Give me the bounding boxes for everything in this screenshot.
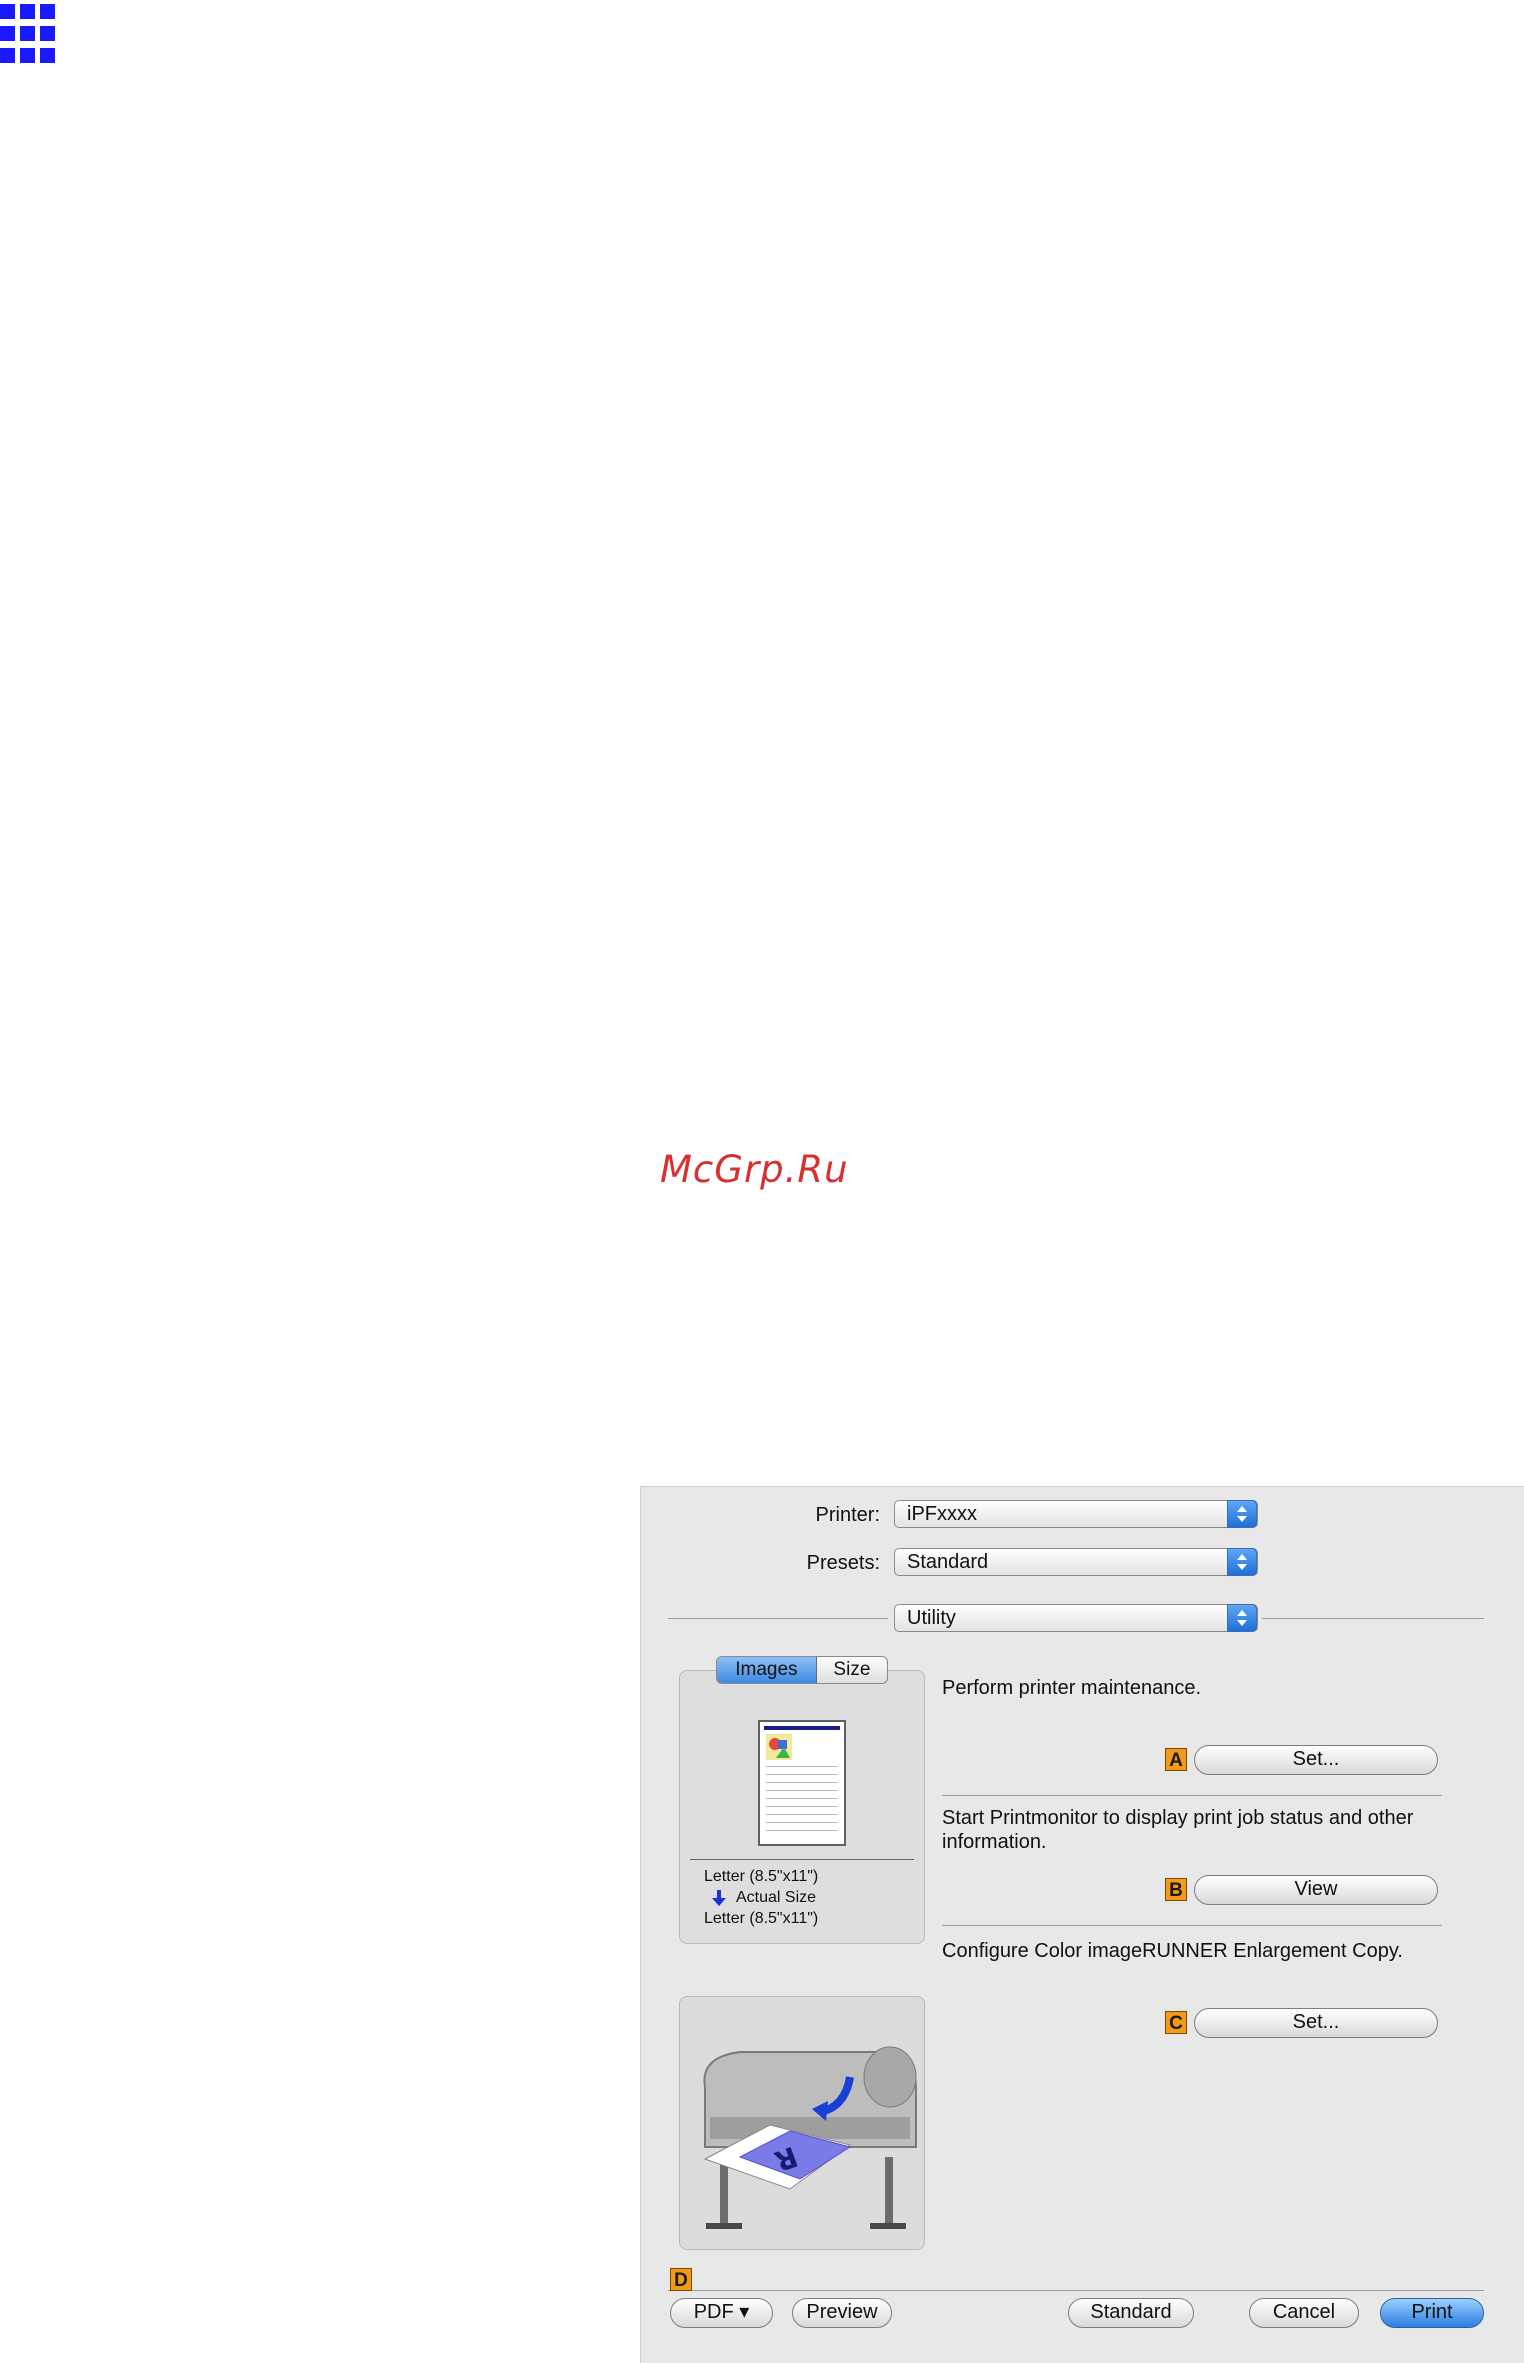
popup-arrows-icon [1227,1500,1257,1528]
action-a-description: Perform printer maintenance. [942,1677,1202,1699]
presets-value: Standard [907,1551,989,1573]
watermark-text: McGrp.Ru [660,1148,849,1191]
page-preview-thumbnail [758,1720,846,1846]
badge-b: B [1165,1878,1187,1901]
divider [1262,1618,1484,1619]
printer-value: iPFxxxx [907,1503,977,1525]
input-size-text: Letter (8.5"x11") [704,1868,819,1885]
badge-d: D [670,2268,692,2291]
grid-logo-icon [0,4,58,64]
presets-popup[interactable]: Standard [894,1548,1258,1576]
printer-popup[interactable]: iPFxxxx [894,1500,1258,1528]
presets-label: Presets: [806,1552,880,1574]
action-c-description: Configure Color imageRUNNER Enlargement … [942,1940,1403,1962]
tab-size[interactable]: Size [817,1657,887,1683]
pane-value: Utility [907,1607,956,1629]
divider [690,1859,914,1860]
preview-button[interactable]: Preview [792,2298,892,2328]
pdf-menu-button[interactable]: PDF ▾ [670,2298,773,2328]
arrow-down-icon [712,1890,726,1906]
maintenance-set-button[interactable]: Set... [1194,1745,1438,1775]
divider [942,1925,1442,1926]
badge-a: A [1165,1748,1187,1771]
printer-illustration-panel: R [679,1996,925,2250]
printer-label: Printer: [815,1504,880,1526]
cancel-button[interactable]: Cancel [1249,2298,1359,2328]
action-b-description: Start Printmonitor to display print job … [942,1807,1414,1853]
pane-popup[interactable]: Utility [894,1604,1258,1632]
output-size-text: Letter (8.5"x11") [704,1910,819,1927]
printer-illustration-image: R [703,2046,917,2229]
preview-tab-control: Images Size [716,1656,888,1684]
standard-button[interactable]: Standard [1068,2298,1194,2328]
print-button[interactable]: Print [1380,2298,1484,2328]
popup-arrows-icon [1227,1604,1257,1632]
image-thumbnail-icon [766,1734,792,1760]
popup-arrows-icon [1227,1548,1257,1576]
divider [668,2290,1484,2291]
tab-images[interactable]: Images [717,1657,817,1683]
divider [942,1795,1442,1796]
enlargement-copy-set-button[interactable]: Set... [1194,2008,1438,2038]
divider [668,1618,888,1619]
printmonitor-view-button[interactable]: View [1194,1875,1438,1905]
scale-text: Actual Size [736,1889,817,1906]
badge-c: C [1165,2011,1187,2034]
